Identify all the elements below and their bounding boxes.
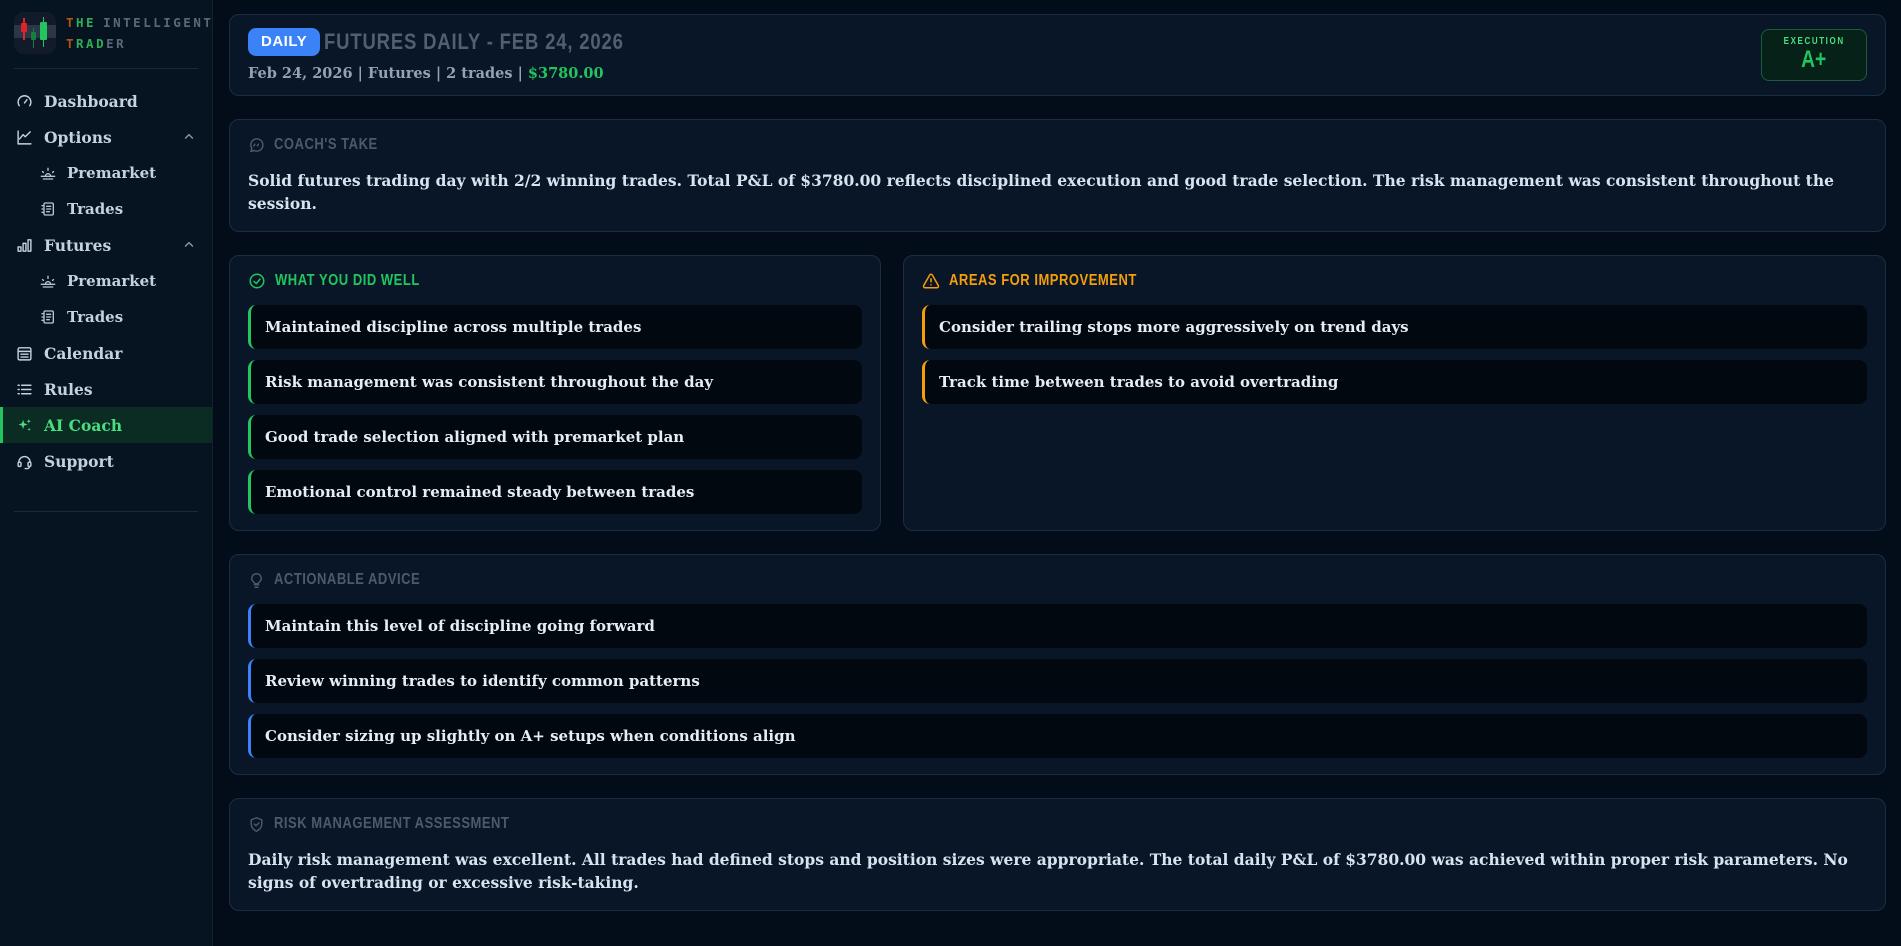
improvement-item: Consider trailing stops more aggressivel… <box>922 305 1867 349</box>
shield-check-icon <box>248 816 265 833</box>
advice-list: Maintain this level of discipline going … <box>248 604 1867 758</box>
did-well-item: Risk management was consistent throughou… <box>248 360 862 404</box>
risk-assessment-body: Daily risk management was excellent. All… <box>248 848 1867 894</box>
sidebar-item-label: AI Coach <box>44 416 122 435</box>
report-meta: Feb 24, 2026 | Futures | 2 trades | $378… <box>248 65 681 82</box>
improvement-item: Track time between trades to avoid overt… <box>922 360 1867 404</box>
coach-take-card: COACH'S TAKE Solid futures trading day w… <box>229 119 1886 232</box>
sidebar-item-support[interactable]: Support <box>0 443 212 479</box>
sidebar-item-label: Premarket <box>67 272 156 290</box>
chevron-up-icon[interactable] <box>182 130 196 144</box>
rules-list-icon <box>16 381 33 398</box>
feedback-columns: WHAT YOU DID WELL Maintained discipline … <box>229 255 1886 531</box>
calendar-icon <box>16 345 33 362</box>
check-circle-icon <box>248 272 266 290</box>
sidebar-item-label: Trades <box>67 200 123 218</box>
journal-icon <box>40 309 56 325</box>
main-content: DAILY FUTURES DAILY - FEB 24, 2026 Feb 2… <box>213 0 1901 946</box>
journal-icon <box>40 201 56 217</box>
sidebar-divider-top <box>14 68 198 69</box>
sidebar-item-dashboard[interactable]: Dashboard <box>0 83 212 119</box>
sidebar-item-label: Calendar <box>44 344 122 363</box>
did-well-title: WHAT YOU DID WELL <box>275 272 420 290</box>
sidebar-item-futures[interactable]: Futures <box>0 227 212 263</box>
daily-badge: DAILY <box>248 28 320 56</box>
quote-bubble-icon <box>248 137 265 154</box>
sidebar-item-label: Futures <box>44 236 111 255</box>
report-pnl: $3780.00 <box>528 65 604 82</box>
chevron-up-icon[interactable] <box>182 238 196 252</box>
sidebar-nav: Dashboard Options Premarket <box>0 83 212 479</box>
bar-chart-icon <box>16 237 33 254</box>
advice-item: Consider sizing up slightly on A+ setups… <box>248 714 1867 758</box>
sidebar-item-label: Options <box>44 128 112 147</box>
app-root: THEINTELLIGENT TRADER Dashboard Options <box>0 0 1901 946</box>
advice-title: ACTIONABLE ADVICE <box>274 571 420 589</box>
coach-take-body: Solid futures trading day with 2/2 winni… <box>248 169 1867 215</box>
sidebar-item-rules[interactable]: Rules <box>0 371 212 407</box>
coach-take-title: COACH'S TAKE <box>274 136 378 154</box>
sparkles-icon <box>16 417 33 434</box>
sunrise-icon <box>40 165 56 181</box>
sidebar: THEINTELLIGENT TRADER Dashboard Options <box>0 0 213 946</box>
did-well-item: Maintained discipline across multiple tr… <box>248 305 862 349</box>
advice-card: ACTIONABLE ADVICE Maintain this level of… <box>229 554 1886 775</box>
logo[interactable]: THEINTELLIGENT TRADER <box>0 0 212 68</box>
sidebar-item-label: Support <box>44 452 114 471</box>
sidebar-item-calendar[interactable]: Calendar <box>0 335 212 371</box>
did-well-item: Good trade selection aligned with premar… <box>248 415 862 459</box>
sidebar-divider-bottom <box>14 511 198 512</box>
did-well-card: WHAT YOU DID WELL Maintained discipline … <box>229 255 881 531</box>
sunrise-icon <box>40 273 56 289</box>
lightbulb-icon <box>248 572 265 589</box>
improvement-list: Consider trailing stops more aggressivel… <box>922 305 1867 404</box>
sidebar-item-options[interactable]: Options <box>0 119 212 155</box>
sidebar-item-label: Premarket <box>67 164 156 182</box>
page-title: FUTURES DAILY - FEB 24, 2026 <box>324 29 624 55</box>
sidebar-item-ai-coach[interactable]: AI Coach <box>0 407 212 443</box>
headset-icon <box>16 453 33 470</box>
sidebar-item-label: Trades <box>67 308 123 326</box>
report-header-left: DAILY FUTURES DAILY - FEB 24, 2026 Feb 2… <box>248 28 681 82</box>
report-meta-text: Feb 24, 2026 | Futures | 2 trades | <box>248 65 528 82</box>
improvement-card: AREAS FOR IMPROVEMENT Consider trailing … <box>903 255 1886 531</box>
did-well-list: Maintained discipline across multiple tr… <box>248 305 862 514</box>
advice-item: Review winning trades to identify common… <box>248 659 1867 703</box>
candlestick-logo-icon <box>14 12 56 54</box>
execution-grade-badge: EXECUTION A+ <box>1761 29 1867 81</box>
improvement-title: AREAS FOR IMPROVEMENT <box>949 272 1137 290</box>
logo-text: THEINTELLIGENT TRADER <box>66 12 213 54</box>
execution-grade: A+ <box>1776 47 1852 73</box>
line-chart-icon <box>16 129 33 146</box>
sidebar-item-label: Dashboard <box>44 92 138 111</box>
sidebar-item-label: Rules <box>44 380 93 399</box>
sidebar-item-options-premarket[interactable]: Premarket <box>0 155 212 191</box>
sidebar-item-futures-trades[interactable]: Trades <box>0 299 212 335</box>
warning-triangle-icon <box>922 272 940 290</box>
advice-item: Maintain this level of discipline going … <box>248 604 1867 648</box>
report-header-card: DAILY FUTURES DAILY - FEB 24, 2026 Feb 2… <box>229 14 1886 96</box>
gauge-icon <box>16 93 33 110</box>
risk-assessment-card: RISK MANAGEMENT ASSESSMENT Daily risk ma… <box>229 798 1886 911</box>
sidebar-item-futures-premarket[interactable]: Premarket <box>0 263 212 299</box>
did-well-item: Emotional control remained steady betwee… <box>248 470 862 514</box>
sidebar-item-options-trades[interactable]: Trades <box>0 191 212 227</box>
risk-assessment-title: RISK MANAGEMENT ASSESSMENT <box>274 815 509 833</box>
